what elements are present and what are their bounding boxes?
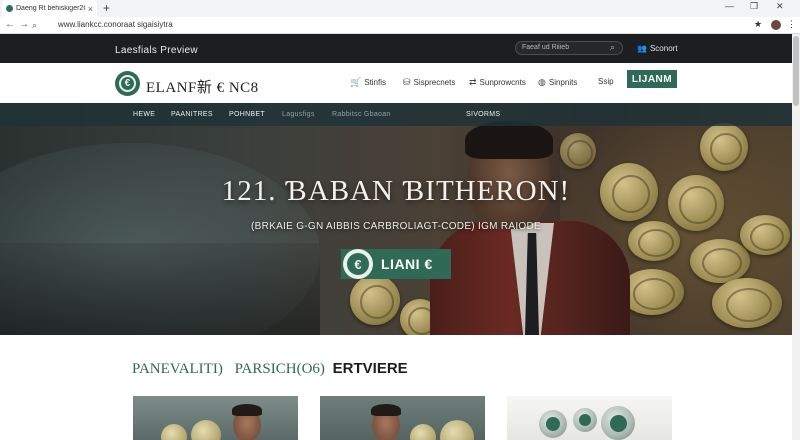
feature-card[interactable] bbox=[133, 396, 298, 440]
nav-item-stinfis[interactable]: 🛒 Stinfis bbox=[350, 77, 386, 88]
subnav-item[interactable]: Lagusfigs bbox=[282, 111, 315, 118]
coin-image bbox=[690, 239, 750, 283]
globe-icon: ◍ bbox=[538, 77, 546, 87]
card-person-hair bbox=[232, 404, 262, 416]
forward-icon[interactable]: → bbox=[19, 19, 29, 30]
url-field[interactable]: www.liankcc.conoraat sigaisiytra bbox=[58, 20, 173, 29]
tab-title: Daeng Rt behiskiger2Obfie bbox=[16, 5, 85, 12]
coin-image bbox=[560, 133, 596, 169]
browser-tabstrip: Daeng Rt behiskiger2Obfie × + — ❐ ✕ bbox=[0, 0, 800, 17]
search-icon[interactable]: ⌕ bbox=[32, 20, 37, 31]
bookmark-star-icon[interactable]: ★ bbox=[754, 19, 762, 30]
hero-cta-button[interactable]: € LIANI € bbox=[341, 249, 451, 279]
nav-item-sinpnits[interactable]: ◍ Sinpnits bbox=[538, 77, 577, 88]
hero-person-hair bbox=[465, 121, 553, 159]
coin-image bbox=[410, 424, 436, 440]
subnav-item[interactable]: Rabbitsc Gbaoan bbox=[332, 111, 391, 118]
nav-label: Ssip bbox=[598, 77, 614, 86]
section-title: PANEVALITI) PARSICH(O6) ERTVIERE bbox=[132, 360, 408, 378]
coin-image bbox=[440, 420, 474, 440]
hero-cta-label: LIANI € bbox=[381, 256, 433, 272]
back-icon[interactable]: ← bbox=[5, 19, 15, 30]
preview-label: Laesfials Preview bbox=[115, 45, 198, 56]
section-title-part: PANEVALITI) bbox=[132, 361, 223, 377]
nav-label: Sinpnits bbox=[548, 78, 578, 87]
nav-item-sisprecnets[interactable]: ⛁ Sisprecnets bbox=[403, 77, 455, 88]
coin-image bbox=[539, 410, 567, 438]
nav-label: Sisprecnets bbox=[413, 78, 456, 87]
search-icon[interactable]: ⌕ bbox=[610, 42, 615, 53]
nav-item-sunprowcnts[interactable]: ⇄ Sunprowcnts bbox=[469, 77, 526, 88]
site-topbar: Laesfials Preview Faeaf ud Riiieb ⌕ 👥 Sc… bbox=[0, 34, 792, 63]
nav-label: Stinfis bbox=[364, 78, 387, 87]
brand-logo[interactable]: € bbox=[115, 71, 140, 96]
nav-item-ssip[interactable]: Ssip bbox=[598, 77, 614, 86]
support-link[interactable]: 👥 Sconort bbox=[637, 44, 678, 53]
header-cta-button[interactable]: LIJANM bbox=[627, 70, 677, 88]
browser-tab[interactable]: Daeng Rt behiskiger2Obfie × bbox=[2, 0, 97, 17]
subnav-item[interactable]: HEWE bbox=[133, 111, 155, 118]
minimize-icon[interactable]: — bbox=[725, 1, 734, 11]
page-scrollbar[interactable] bbox=[792, 34, 800, 440]
hero-banner: HEWE PAANITRES POHNBET Lagusfigs Rabbits… bbox=[0, 103, 792, 335]
support-icon: 👥 bbox=[637, 44, 647, 53]
logo-coin-icon: € bbox=[119, 75, 136, 92]
subnav-item[interactable]: PAANITRES bbox=[171, 111, 213, 118]
hero-subnav: HEWE PAANITRES POHNBET Lagusfigs Rabbits… bbox=[0, 103, 792, 126]
subnav-item[interactable]: POHNBET bbox=[229, 111, 265, 118]
address-bar: ← → ⌕ www.liankcc.conoraat sigaisiytra ★… bbox=[0, 17, 800, 34]
brand-name[interactable]: ЕLANF新 € NC8 bbox=[146, 76, 259, 97]
window-close-icon[interactable]: ✕ bbox=[776, 1, 784, 12]
coin-icon: € bbox=[343, 249, 373, 279]
coin-image bbox=[601, 406, 635, 440]
site-header: € ЕLANF新 € NC8 🛒 Stinfis ⛁ Sisprecnets ⇄… bbox=[0, 63, 792, 103]
favicon-icon bbox=[6, 5, 13, 12]
coins-icon: ⛁ bbox=[403, 77, 411, 87]
coin-image bbox=[700, 123, 748, 171]
feature-card[interactable] bbox=[320, 396, 485, 440]
hero-title: 121. ƁABAN ƁITHERON! bbox=[221, 175, 571, 207]
card-person-hair bbox=[371, 404, 401, 416]
exchange-icon: ⇄ bbox=[469, 77, 477, 87]
tab-close-icon[interactable]: × bbox=[88, 4, 93, 14]
profile-avatar[interactable] bbox=[771, 20, 781, 30]
coin-image bbox=[191, 420, 221, 440]
hero-subtitle: (BRKAIE G-GN AIBBIS CARBROLIAGT-CODE) IG… bbox=[251, 221, 541, 232]
scrollbar-thumb[interactable] bbox=[793, 36, 799, 106]
coin-image bbox=[573, 408, 597, 432]
subnav-item[interactable]: SIVORMS bbox=[466, 111, 500, 118]
nav-label: Sunprowcnts bbox=[479, 78, 526, 87]
feature-card[interactable] bbox=[507, 396, 672, 440]
section-title-part: ERTVIERE bbox=[332, 360, 408, 377]
search-placeholder: Faeaf ud Riiieb bbox=[522, 44, 570, 51]
cart-icon: 🛒 bbox=[350, 77, 362, 87]
restore-icon[interactable]: ❐ bbox=[750, 1, 758, 12]
support-label: Sconort bbox=[649, 44, 678, 53]
new-tab-button[interactable]: + bbox=[103, 1, 110, 15]
section-title-part: PARSICH(O6) bbox=[234, 361, 325, 377]
hero-scaffold-image bbox=[0, 243, 320, 335]
coin-image bbox=[712, 278, 782, 328]
content-section: PANEVALITI) PARSICH(O6) ERTVIERE bbox=[0, 335, 792, 440]
site-search-input[interactable]: Faeaf ud Riiieb ⌕ bbox=[515, 41, 623, 55]
browser-menu-icon[interactable]: ⋮ bbox=[787, 19, 796, 30]
coin-image bbox=[161, 424, 187, 440]
coin-image bbox=[350, 275, 400, 325]
